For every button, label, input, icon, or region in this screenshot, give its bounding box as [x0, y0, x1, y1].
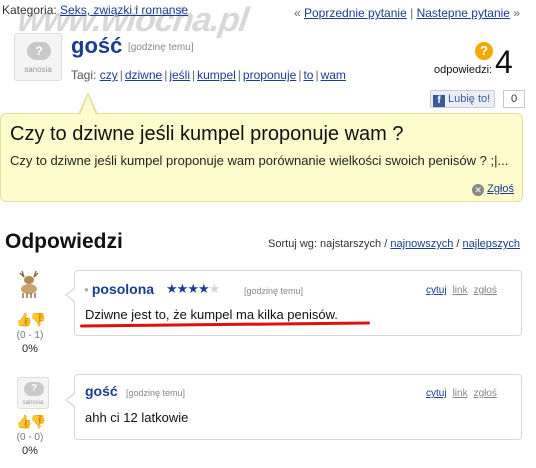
star-half-icon: ★ — [197, 281, 210, 296]
answers-count: 4 — [495, 44, 513, 80]
breadcrumb: Kategoria: Seks, związki i romanse — [2, 3, 188, 17]
breadcrumb-label: Kategoria: — [2, 3, 57, 17]
answer-time: [godzinę temu] — [126, 388, 186, 398]
star-icon: ★ — [187, 281, 199, 296]
vote-count: (0 - 1) — [16, 330, 44, 341]
vote-percent: 0% — [22, 343, 38, 355]
permalink[interactable]: link — [453, 285, 468, 296]
sort-separator: / — [456, 238, 460, 250]
question-title: Czy to dziwne jeśli kumpel proponuje wam… — [10, 123, 404, 145]
speech-bubble-icon: ? — [27, 42, 51, 60]
prev-question-link[interactable]: Poprzednie pytanie — [304, 6, 407, 20]
facebook-icon: f — [433, 95, 445, 107]
question-author[interactable]: gość — [71, 33, 122, 59]
avatar[interactable]: ? sanosia — [17, 377, 49, 409]
report-link[interactable]: Zgłoś — [487, 183, 514, 195]
deer-avatar[interactable] — [14, 267, 44, 299]
avatar-brand: sanosia — [22, 400, 44, 406]
answer-vote: 👍👎 (0 - 0) 0% — [10, 414, 50, 457]
quote-link[interactable]: cytuj — [426, 285, 447, 296]
answer-tail-inner — [67, 288, 76, 302]
rating-stars: ★★★★★ — [166, 281, 221, 297]
answer-text: Dziwne jest to, że kumpel ma kilka penis… — [85, 307, 338, 322]
answer-actions: cytuj link zgłoś — [426, 285, 497, 296]
answers-heading: Odpowiedzi — [5, 230, 123, 253]
answer-tail-inner — [67, 393, 76, 407]
tag-link[interactable]: proponuje — [243, 68, 296, 82]
answer-author-name: posolona — [91, 281, 155, 297]
question-body: Czy to dziwne jeśli kumpel proponuje wam… — [10, 153, 509, 168]
thumbs-down-icon[interactable]: 👎 — [30, 312, 46, 328]
tag-link[interactable]: wam — [321, 68, 346, 82]
tags-label: Tagi: — [71, 68, 97, 82]
answer-vote: 👍👎 (0 - 1) 0% — [10, 312, 50, 355]
sort-options: Sortuj wg: najstarszych / najnowszych / … — [268, 238, 520, 250]
answer-card — [74, 374, 522, 440]
avatar-brand: sanosia — [24, 65, 52, 74]
answer-actions: cytuj link zgłoś — [426, 388, 497, 399]
tag-link[interactable]: czy — [100, 68, 118, 82]
question-nav: « Poprzednie pytanie | Nastepne pytanie … — [294, 6, 520, 20]
sort-separator: / — [384, 238, 388, 250]
tag-link[interactable]: kumpel — [197, 68, 236, 82]
vote-count: (0 - 0) — [16, 432, 44, 443]
star-icon: ★ — [166, 281, 178, 296]
quote-link[interactable]: cytuj — [426, 388, 447, 399]
question-mark-icon: ? — [475, 42, 493, 60]
sort-label: Sortuj wg: — [268, 238, 317, 250]
tag-link[interactable]: jeśli — [169, 68, 190, 82]
answer-text: ahh ci 12 latkowie — [85, 410, 189, 425]
answer-author[interactable]: gość — [85, 383, 118, 399]
answer-author[interactable]: ● posolona — [84, 281, 154, 297]
report-answer-link[interactable]: zgłoś — [474, 285, 497, 296]
avatar[interactable]: ? sanosia — [14, 33, 62, 81]
answers-count-label: odpowiedzi: — [434, 64, 493, 76]
thumbs-up-icon[interactable]: 👍 — [16, 414, 32, 430]
tag-link[interactable]: dziwne — [125, 68, 162, 82]
star-icon: ★ — [176, 281, 189, 296]
facebook-like-button[interactable]: f Lubię to! — [430, 90, 496, 108]
tag-link[interactable]: to — [303, 68, 313, 82]
thumbs-up-icon[interactable]: 👍 — [16, 312, 32, 328]
like-count: 0 — [503, 90, 525, 108]
permalink[interactable]: link — [453, 388, 468, 399]
tags-list: Tagi: czy | dziwne | jeśli | kumpel | proponuje |… — [71, 68, 346, 82]
status-dot-icon: ● — [84, 285, 89, 294]
thumbs-down-icon[interactable]: 👎 — [30, 414, 46, 430]
category-link[interactable]: Seks, związki i romanse — [60, 3, 188, 17]
next-arrow-icon: » — [513, 6, 520, 20]
close-icon: ✕ — [472, 184, 485, 196]
next-question-link[interactable]: Nastepne pytanie — [417, 6, 510, 20]
star-icon: ★ — [208, 281, 221, 296]
speech-bubble-icon: ? — [24, 382, 44, 396]
report-button[interactable]: ✕ Zgłoś — [472, 183, 514, 196]
report-answer-link[interactable]: zgłoś — [474, 388, 497, 399]
prev-arrow-icon: « — [293, 6, 301, 20]
sort-active: najstarszych — [320, 238, 382, 250]
vote-percent: 0% — [22, 445, 38, 457]
question-time: [godzinę temu] — [128, 42, 194, 53]
answer-time: [godzinę temu] — [244, 286, 304, 296]
sort-newest-link[interactable]: najnowszych — [390, 238, 453, 250]
question-box-tail-inner — [80, 95, 96, 115]
like-label: Lubię to! — [448, 93, 491, 105]
sort-best-link[interactable]: najlepszych — [463, 238, 520, 250]
nav-separator: | — [410, 6, 414, 20]
